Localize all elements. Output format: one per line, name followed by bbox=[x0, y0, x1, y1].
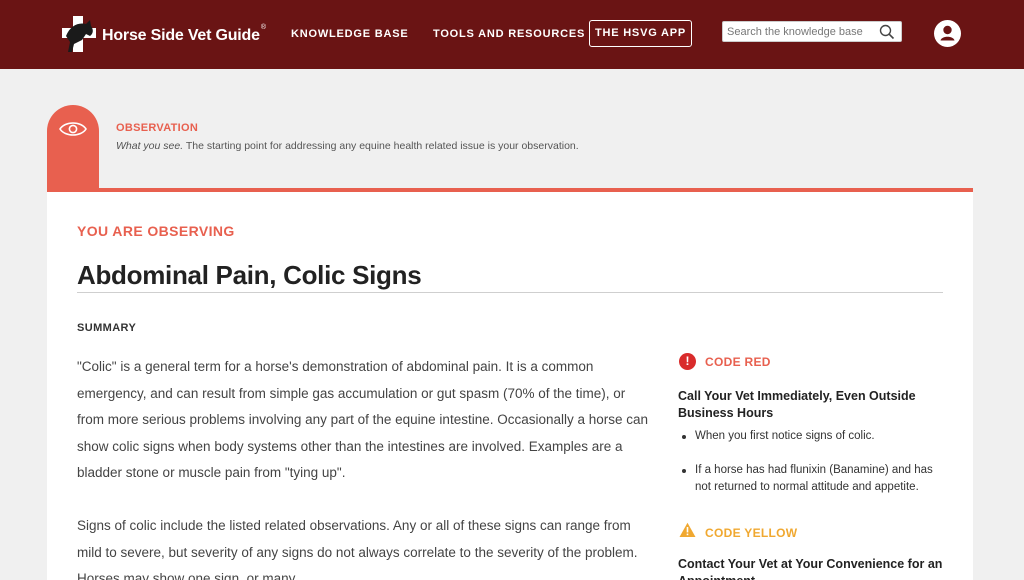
code-red-subtitle: Call Your Vet Immediately, Even Outside … bbox=[678, 389, 916, 420]
code-red-list: When you first notice signs of colic. If… bbox=[679, 428, 949, 513]
observation-desc-em: What you see. bbox=[116, 140, 184, 152]
top-navbar: Horse Side Vet Guide ® KNOWLEDGE BASE TO… bbox=[0, 0, 1024, 69]
summary-paragraph-1: "Colic" is a general term for a horse's … bbox=[77, 359, 649, 481]
brand-logo-link[interactable]: Horse Side Vet Guide ® bbox=[60, 14, 266, 54]
code-yellow-heading: CODE YELLOW bbox=[679, 522, 797, 543]
page-title: Abdominal Pain, Colic Signs bbox=[77, 260, 422, 290]
code-red-label: CODE RED bbox=[705, 354, 771, 369]
search-icon[interactable] bbox=[879, 24, 895, 45]
summary-paragraph-2: Signs of colic include the listed relate… bbox=[77, 518, 638, 580]
warning-triangle-icon bbox=[679, 522, 696, 543]
list-item: When you first notice signs of colic. bbox=[679, 428, 949, 446]
registered-mark: ® bbox=[260, 23, 267, 31]
you-are-observing-label: YOU ARE OBSERVING bbox=[77, 223, 235, 239]
observation-description: What you see. The starting point for add… bbox=[116, 140, 579, 152]
eye-icon bbox=[58, 119, 88, 144]
code-red-heading: ! CODE RED bbox=[679, 353, 771, 370]
nav-knowledge-base[interactable]: KNOWLEDGE BASE bbox=[291, 28, 409, 40]
summary-heading: SUMMARY bbox=[77, 322, 137, 334]
alert-circle-icon: ! bbox=[679, 353, 696, 370]
observation-desc-rest: The starting point for addressing any eq… bbox=[183, 140, 579, 152]
code-yellow-subtitle: Contact Your Vet at Your Convenience for… bbox=[678, 557, 943, 580]
observation-tab bbox=[47, 105, 99, 193]
search-box bbox=[722, 21, 902, 42]
horse-cross-logo-icon bbox=[60, 14, 98, 54]
brand-name: Horse Side Vet Guide bbox=[102, 27, 260, 44]
user-icon[interactable] bbox=[934, 20, 961, 47]
list-item: If a horse has had flunixin (Banamine) a… bbox=[679, 462, 949, 497]
title-divider bbox=[77, 292, 943, 293]
observation-title: OBSERVATION bbox=[116, 122, 199, 134]
code-yellow-label: CODE YELLOW bbox=[705, 525, 798, 540]
hsvg-app-button[interactable]: THE HSVG APP bbox=[589, 20, 692, 47]
search-input[interactable] bbox=[727, 22, 877, 42]
nav-tools-and-resources[interactable]: TOOLS AND RESOURCES bbox=[433, 28, 585, 40]
